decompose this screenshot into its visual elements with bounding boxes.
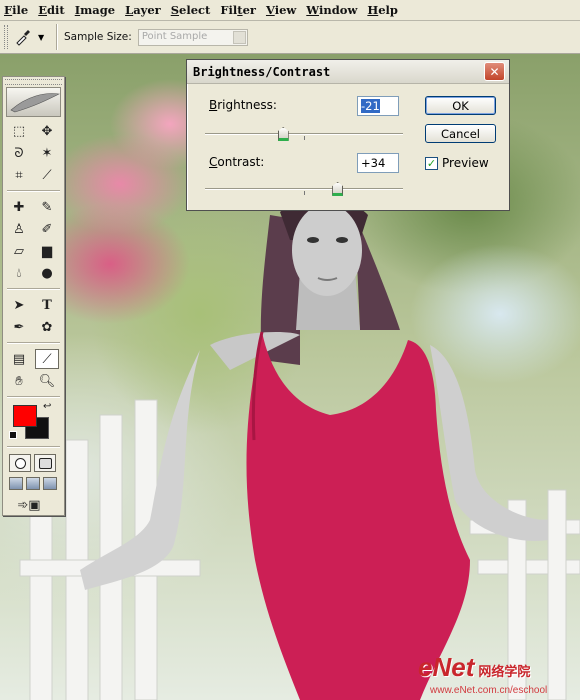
- contrast-label: Contrast:: [209, 155, 265, 169]
- gradient-icon[interactable]: ▆: [35, 241, 59, 261]
- crop-icon[interactable]: ⌗: [7, 165, 31, 185]
- full-screen-mode-button[interactable]: [43, 477, 57, 490]
- dialog-title: Brightness/Contrast: [193, 64, 331, 79]
- divider: [7, 396, 60, 398]
- default-colors-icon[interactable]: [9, 431, 17, 439]
- chevron-down-icon: [232, 30, 246, 44]
- foreground-color-swatch[interactable]: [13, 405, 37, 427]
- sample-size-select[interactable]: Point Sample: [137, 28, 248, 46]
- rectangular-marquee-icon[interactable]: ⬚: [7, 121, 31, 141]
- feather-icon: [10, 93, 60, 113]
- magic-wand-icon[interactable]: ✶: [35, 143, 59, 163]
- move-icon[interactable]: ✥: [35, 121, 59, 141]
- cancel-button[interactable]: Cancel: [425, 124, 496, 143]
- blur-icon[interactable]: 💧︎: [7, 263, 31, 283]
- tool-preset-picker[interactable]: ▼: [14, 24, 50, 50]
- circle-icon: [14, 457, 26, 469]
- preview-checkbox[interactable]: ✓: [425, 157, 438, 170]
- brightness-center-tick: [304, 136, 305, 140]
- contrast-slider-thumb[interactable]: [332, 182, 344, 196]
- eyedropper-icon: [16, 30, 30, 46]
- sample-size-value: Point Sample: [141, 30, 208, 42]
- divider: [7, 446, 60, 448]
- feather-logo[interactable]: [6, 87, 61, 117]
- jump-to-imageready-icon[interactable]: ➾▣: [9, 495, 49, 515]
- type-icon[interactable]: T: [35, 295, 59, 315]
- quick-mask-button[interactable]: [34, 454, 56, 472]
- watermark-url: www.eNet.com.cn/eschool: [430, 685, 548, 696]
- custom-shape-icon[interactable]: ✿: [35, 317, 59, 337]
- eyedropper-icon[interactable]: ⟋: [35, 349, 59, 369]
- divider: [7, 288, 60, 290]
- lasso-icon[interactable]: ᘐ: [7, 143, 31, 163]
- contrast-value: +34: [361, 156, 386, 170]
- healing-brush-icon[interactable]: ✚: [7, 197, 31, 217]
- close-button[interactable]: ✕: [484, 62, 505, 81]
- screen-mode-row: [3, 475, 64, 492]
- zoom-icon[interactable]: 🔍︎: [35, 371, 59, 391]
- standard-screen-mode-button[interactable]: [9, 477, 23, 490]
- watermark-chinese: 网络学院: [478, 664, 531, 679]
- contrast-slider-track[interactable]: [205, 188, 403, 190]
- tools-palette-titlebar[interactable]: [5, 79, 62, 85]
- brightness-slider-track[interactable]: [205, 133, 403, 135]
- dialog-titlebar[interactable]: Brightness/Contrast ✕: [187, 60, 509, 84]
- brightness-input[interactable]: -21: [357, 96, 399, 116]
- menu-window[interactable]: Window: [306, 3, 357, 17]
- options-bar-grip[interactable]: [4, 25, 8, 49]
- hand-icon[interactable]: ✋︎: [7, 371, 31, 391]
- watermark-logo: eNet: [418, 652, 475, 682]
- brightness-value: -21: [361, 99, 380, 113]
- contrast-center-tick: [304, 191, 305, 195]
- menu-layer[interactable]: Layer: [125, 3, 161, 17]
- dodge-icon[interactable]: ●: [35, 263, 59, 283]
- sample-size-label: Sample Size:: [64, 31, 132, 43]
- contrast-input[interactable]: +34: [357, 153, 399, 173]
- mask-icon: [38, 457, 52, 469]
- brightness-label: Brightness:: [209, 98, 277, 112]
- swap-colors-icon[interactable]: ↩: [43, 401, 51, 412]
- divider: [7, 342, 60, 344]
- menu-view[interactable]: View: [266, 3, 296, 17]
- path-selection-icon[interactable]: ➤: [7, 295, 31, 315]
- menu-file[interactable]: File: [4, 3, 28, 17]
- menu-edit[interactable]: Edit: [38, 3, 65, 17]
- standard-mode-button[interactable]: [9, 454, 31, 472]
- checkmark-icon: ✓: [426, 157, 437, 170]
- history-brush-icon[interactable]: ✐: [35, 219, 59, 239]
- menu-bar: File Edit Image Layer Select Filter View…: [0, 0, 580, 21]
- full-screen-menu-mode-button[interactable]: [26, 477, 40, 490]
- ok-button[interactable]: OK: [425, 96, 496, 115]
- jump-row: ➾▣: [3, 492, 64, 518]
- menu-image[interactable]: Image: [75, 3, 115, 17]
- color-swatches: ↩: [7, 401, 60, 443]
- mask-mode-row: [3, 451, 64, 475]
- slice-icon[interactable]: ⟋: [35, 165, 59, 185]
- brush-icon[interactable]: ✎: [35, 197, 59, 217]
- preview-label: Preview: [442, 156, 489, 170]
- close-icon: ✕: [489, 64, 500, 79]
- menu-select[interactable]: Select: [171, 3, 211, 17]
- divider: [56, 24, 58, 50]
- notes-icon[interactable]: ▤: [7, 349, 31, 369]
- pen-icon[interactable]: ✒: [7, 317, 31, 337]
- menu-help[interactable]: Help: [367, 3, 398, 17]
- enet-watermark-logo: eNet 网络学院: [418, 652, 530, 683]
- brightness-contrast-dialog: Brightness/Contrast ✕ Brightness: -21 Co…: [186, 59, 510, 211]
- options-bar: ▼ Sample Size: Point Sample: [0, 21, 580, 54]
- brightness-slider-thumb[interactable]: [277, 127, 289, 141]
- tools-palette: ⬚ ✥ ᘐ ✶ ⌗ ⟋ ✚ ✎ ♙ ✐ ▱ ▆ 💧︎ ● ➤ T ✒ ✿ ▤ ⟋…: [2, 76, 65, 516]
- menu-filter[interactable]: Filter: [220, 3, 256, 17]
- chevron-down-icon: ▼: [38, 32, 45, 42]
- clone-stamp-icon[interactable]: ♙: [7, 219, 31, 239]
- divider: [7, 190, 60, 192]
- eraser-icon[interactable]: ▱: [7, 241, 31, 261]
